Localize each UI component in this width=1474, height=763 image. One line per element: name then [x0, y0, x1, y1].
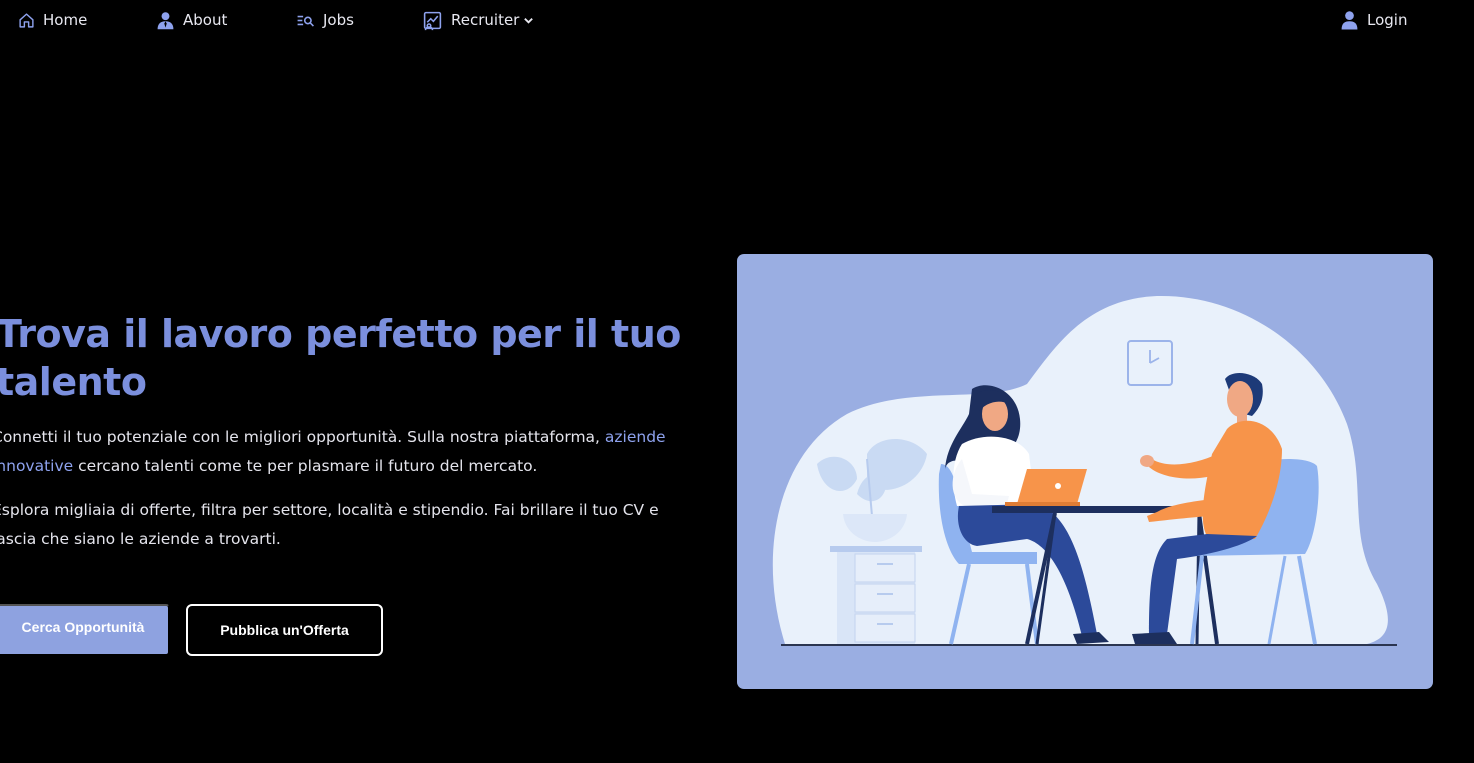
nav-home-label: Home: [43, 11, 88, 29]
home-icon: [18, 12, 35, 29]
nav-recruiter-label: Recruiter: [451, 11, 520, 29]
nav-home-link[interactable]: Home: [18, 8, 87, 32]
drawer-cabinet-icon: [830, 546, 922, 644]
hero-subdescription: Esplora migliaia di offerte, filtra per …: [0, 501, 659, 548]
hero-title: Trova il lavoro perfetto per il tuo tale…: [0, 312, 681, 404]
search-opportunities-button[interactable]: Cerca Opportunità: [0, 604, 170, 656]
nav-about-link[interactable]: About: [156, 8, 227, 32]
user-tie-icon: [156, 11, 175, 30]
nav-login-link[interactable]: Login: [1340, 8, 1407, 32]
nav-jobs-label: Jobs: [323, 11, 354, 29]
top-navbar: Home About Jobs Recruiter Login: [0, 0, 1474, 40]
user-icon: [1340, 10, 1359, 30]
hero-description-text-start: Connetti il tuo potenziale con le miglio…: [0, 428, 605, 446]
chart-board-icon: [422, 10, 443, 31]
hero-description: Connetti il tuo potenziale con le miglio…: [0, 423, 692, 481]
nav-recruiter-dropdown[interactable]: Recruiter: [422, 8, 534, 32]
nav-login-label: Login: [1367, 11, 1408, 29]
hero-description-text-end: cercano talenti come te per plasmare il …: [73, 457, 538, 475]
chevron-down-icon: [523, 15, 534, 26]
wall-clock-icon: [1127, 340, 1173, 386]
hero-illustration: [737, 254, 1433, 689]
publish-offer-button[interactable]: Pubblica un'Offerta: [186, 604, 383, 656]
nav-about-label: About: [183, 11, 228, 29]
list-search-icon: [296, 11, 315, 30]
nav-jobs-link[interactable]: Jobs: [296, 8, 354, 32]
